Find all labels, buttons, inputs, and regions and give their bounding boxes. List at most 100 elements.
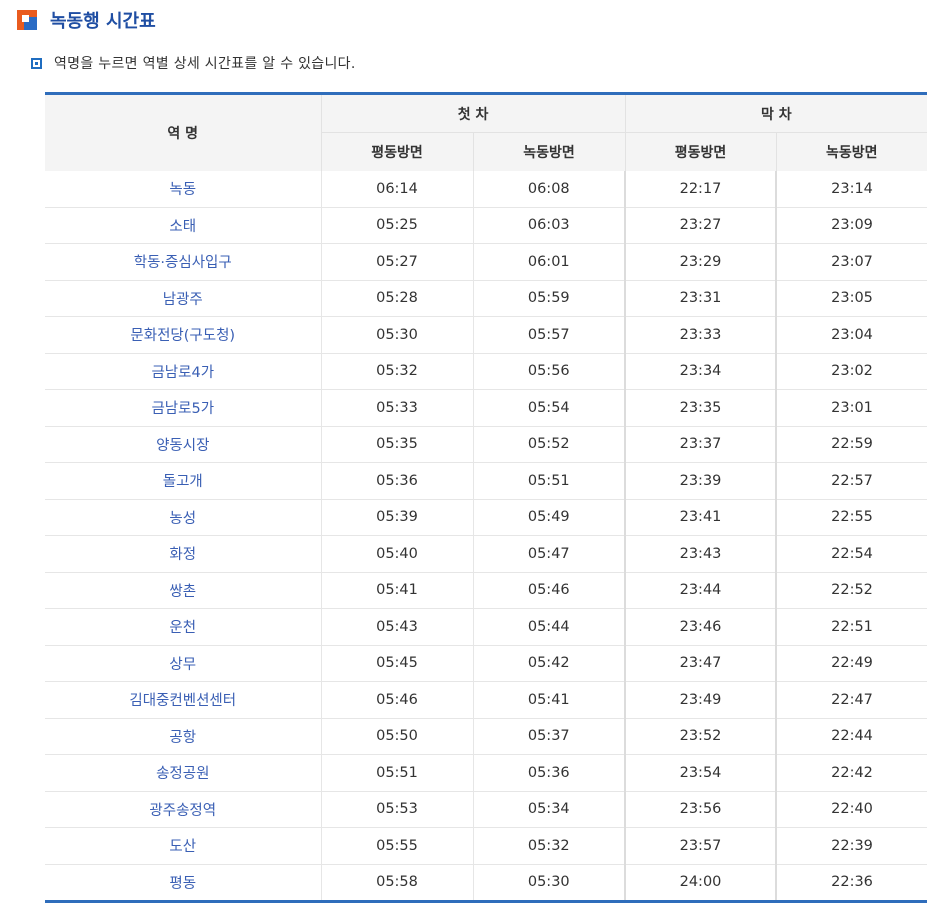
table-row: 공항 05:50 05:37 23:52 22:44: [45, 718, 928, 755]
station-link[interactable]: 남광주: [45, 280, 322, 317]
station-link[interactable]: 상무: [45, 645, 322, 682]
timetable: 역 명 첫 차 막 차 평동방면 녹동방면 평동방면 녹동방면 녹동 06:14 0…: [45, 92, 928, 903]
station-link[interactable]: 공항: [45, 718, 322, 755]
first-pyeongdong-time: 05:50: [321, 718, 474, 755]
last-pyeongdong-time: 23:52: [625, 718, 778, 755]
table-row: 농성 05:39 05:49 23:41 22:55: [45, 499, 928, 536]
table-row: 돌고개 05:36 05:51 23:39 22:57: [45, 462, 928, 500]
last-pyeongdong-time: 23:33: [625, 316, 778, 354]
station-link[interactable]: 양동시장: [45, 426, 322, 463]
last-pyeongdong-time: 23:34: [625, 353, 778, 390]
last-nokdong-time: 22:44: [776, 718, 928, 755]
station-link[interactable]: 농성: [45, 499, 322, 536]
last-pyeongdong-time: 23:35: [625, 389, 778, 427]
first-pyeongdong-time: 05:41: [321, 572, 474, 609]
last-nokdong-time: 23:09: [776, 207, 928, 244]
last-nokdong-time: 22:42: [776, 754, 928, 792]
last-nokdong-time: 22:51: [776, 608, 928, 646]
last-pyeongdong-time: 23:46: [625, 608, 778, 646]
last-nokdong-time: 22:57: [776, 462, 928, 500]
table-row: 남광주 05:28 05:59 23:31 23:05: [45, 280, 928, 317]
table-row: 상무 05:45 05:42 23:47 22:49: [45, 645, 928, 682]
last-nokdong-time: 23:14: [776, 171, 928, 208]
first-nokdong-time: 05:57: [473, 316, 627, 354]
last-nokdong-time: 23:01: [776, 389, 928, 427]
table-row: 소태 05:25 06:03 23:27 23:09: [45, 207, 928, 244]
station-link[interactable]: 돌고개: [45, 462, 322, 500]
first-pyeongdong-time: 05:36: [321, 462, 474, 500]
first-nokdong-time: 05:32: [473, 827, 627, 865]
station-link[interactable]: 소태: [45, 207, 322, 244]
table-row: 운천 05:43 05:44 23:46 22:51: [45, 608, 928, 646]
first-pyeongdong-time: 05:30: [321, 316, 474, 354]
station-link[interactable]: 문화전당(구도청): [45, 316, 322, 354]
station-link[interactable]: 광주송정역: [45, 791, 322, 828]
table-row: 송정공원 05:51 05:36 23:54 22:42: [45, 754, 928, 792]
last-pyeongdong-time: 23:27: [625, 207, 778, 244]
last-pyeongdong-time: 23:57: [625, 827, 778, 865]
last-pyeongdong-time: 23:39: [625, 462, 778, 500]
station-link[interactable]: 김대중컨벤션센터: [45, 681, 322, 719]
header-first-train: 첫 차: [321, 93, 626, 133]
header-last-train: 막 차: [625, 93, 928, 133]
first-nokdong-time: 05:47: [473, 535, 627, 573]
last-pyeongdong-time: 23:44: [625, 572, 778, 609]
table-row: 금남로4가 05:32 05:56 23:34 23:02: [45, 353, 928, 390]
page-title: 녹동행 시간표: [50, 11, 156, 32]
first-pyeongdong-time: 05:43: [321, 608, 474, 646]
first-nokdong-time: 05:36: [473, 754, 627, 792]
last-nokdong-time: 22:59: [776, 426, 928, 463]
first-nokdong-time: 05:34: [473, 791, 627, 828]
station-link[interactable]: 금남로4가: [45, 353, 322, 390]
header-first-pyeongdong: 평동방면: [321, 132, 474, 171]
station-link[interactable]: 학동·증심사입구: [45, 243, 322, 281]
station-link[interactable]: 평동: [45, 864, 322, 902]
first-pyeongdong-time: 05:27: [321, 243, 474, 281]
table-row: 양동시장 05:35 05:52 23:37 22:59: [45, 426, 928, 463]
last-nokdong-time: 22:39: [776, 827, 928, 865]
station-link[interactable]: 운천: [45, 608, 322, 646]
first-pyeongdong-time: 05:58: [321, 864, 474, 902]
station-link[interactable]: 쌍촌: [45, 572, 322, 609]
station-link[interactable]: 녹동: [45, 171, 322, 208]
table-row: 화정 05:40 05:47 23:43 22:54: [45, 535, 928, 573]
last-nokdong-time: 22:40: [776, 791, 928, 828]
first-pyeongdong-time: 05:46: [321, 681, 474, 719]
first-nokdong-time: 05:56: [473, 353, 627, 390]
last-nokdong-time: 22:55: [776, 499, 928, 536]
header-station: 역 명: [45, 93, 322, 171]
first-pyeongdong-time: 05:51: [321, 754, 474, 792]
last-nokdong-time: 23:02: [776, 353, 928, 390]
last-pyeongdong-time: 22:17: [625, 171, 778, 208]
last-pyeongdong-time: 24:00: [625, 864, 778, 902]
station-link[interactable]: 송정공원: [45, 754, 322, 792]
last-pyeongdong-time: 23:49: [625, 681, 778, 719]
station-link[interactable]: 화정: [45, 535, 322, 573]
first-nokdong-time: 06:08: [473, 171, 627, 208]
first-nokdong-time: 05:37: [473, 718, 627, 755]
square-bullet-icon: [31, 57, 42, 69]
last-pyeongdong-time: 23:29: [625, 243, 778, 281]
table-row: 쌍촌 05:41 05:46 23:44 22:52: [45, 572, 928, 609]
station-link[interactable]: 도산: [45, 827, 322, 865]
first-pyeongdong-time: 05:33: [321, 389, 474, 427]
last-nokdong-time: 23:05: [776, 280, 928, 317]
table-row: 도산 05:55 05:32 23:57 22:39: [45, 827, 928, 865]
table-row: 녹동 06:14 06:08 22:17 23:14: [45, 171, 928, 208]
header-last-pyeongdong: 평동방면: [625, 132, 777, 171]
last-pyeongdong-time: 23:47: [625, 645, 778, 682]
table-row: 김대중컨벤션센터 05:46 05:41 23:49 22:47: [45, 681, 928, 719]
station-link[interactable]: 금남로5가: [45, 389, 322, 427]
first-nokdong-time: 05:52: [473, 426, 627, 463]
first-nokdong-time: 06:03: [473, 207, 627, 244]
last-pyeongdong-time: 23:31: [625, 280, 778, 317]
last-pyeongdong-time: 23:56: [625, 791, 778, 828]
first-pyeongdong-time: 05:55: [321, 827, 474, 865]
square-marker-icon: [17, 10, 37, 30]
last-nokdong-time: 22:36: [831, 874, 873, 891]
table-row: 학동·증심사입구 05:27 06:01 23:29 23:07: [45, 243, 928, 281]
first-pyeongdong-time: 05:40: [321, 535, 474, 573]
first-pyeongdong-time: 05:28: [321, 280, 474, 317]
instruction-note: 역명을 누르면 역별 상세 시간표를 알 수 있습니다.: [31, 53, 356, 73]
first-nokdong-time: 05:46: [473, 572, 627, 609]
